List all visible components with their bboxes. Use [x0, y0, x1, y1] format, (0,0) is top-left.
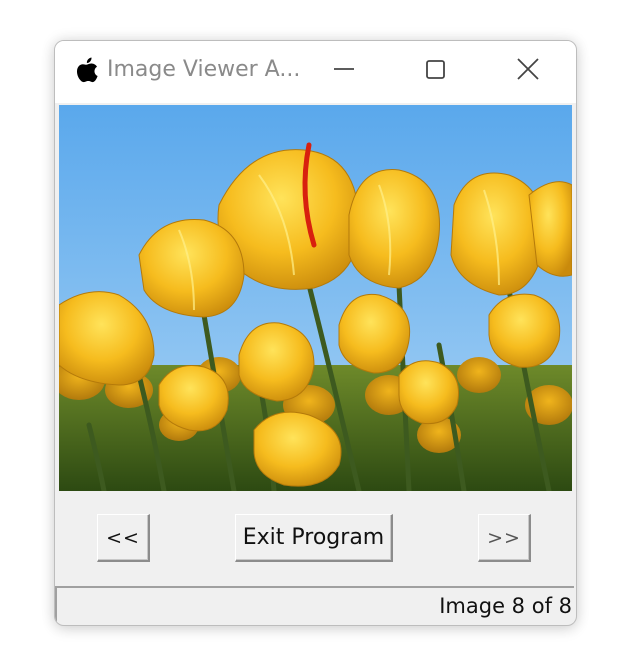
minimize-icon	[334, 68, 354, 70]
minimize-button[interactable]	[321, 53, 367, 93]
apple-icon	[77, 57, 98, 83]
yellow-tulips-photo	[59, 105, 572, 491]
window-title: Image Viewer A...	[107, 57, 301, 82]
close-icon	[517, 58, 539, 80]
next-image-button[interactable]: >>	[478, 514, 531, 562]
maximize-icon	[426, 60, 445, 79]
image-viewer-window: Image Viewer A... << Exit Program >> Ima…	[54, 40, 577, 626]
title-bar[interactable]: Image Viewer A...	[55, 41, 576, 103]
image-counter: Image 8 of 8	[439, 594, 572, 618]
status-bar: Image 8 of 8	[55, 586, 574, 623]
close-button[interactable]	[505, 53, 551, 93]
exit-program-button[interactable]: Exit Program	[235, 514, 393, 562]
maximize-button[interactable]	[411, 53, 457, 93]
image-display	[59, 105, 572, 491]
previous-image-button[interactable]: <<	[97, 514, 150, 562]
